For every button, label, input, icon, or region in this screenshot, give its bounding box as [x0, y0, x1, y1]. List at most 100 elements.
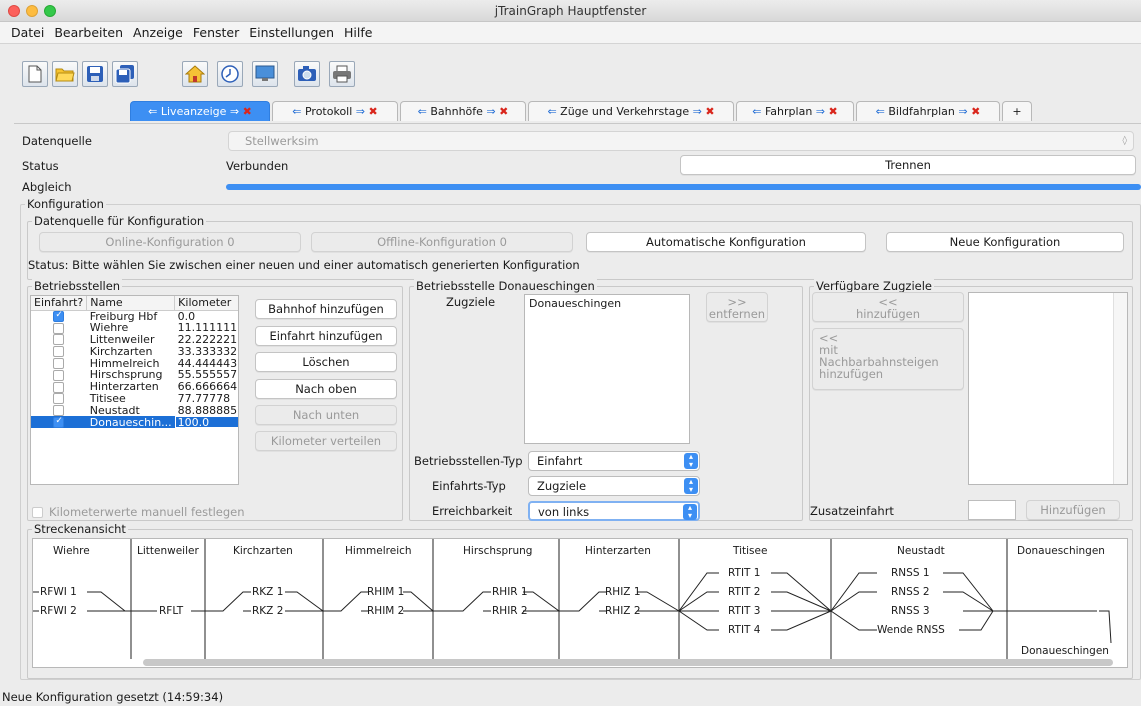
station-km-cell[interactable]: 22.222221: [175, 334, 238, 346]
online-config-button[interactable]: Online-Konfiguration 0: [39, 232, 301, 252]
entry-checkbox-cell[interactable]: [31, 369, 87, 381]
station-km-cell[interactable]: 88.888885: [175, 405, 238, 417]
entry-checkbox-cell[interactable]: [31, 393, 87, 405]
close-tab-icon[interactable]: ✖: [369, 105, 378, 118]
checkbox-icon[interactable]: [53, 334, 65, 346]
offline-config-button[interactable]: Offline-Konfiguration 0: [311, 232, 573, 252]
station-name-cell[interactable]: Wiehre: [87, 322, 175, 334]
clock-icon[interactable]: [217, 61, 243, 87]
checkbox-checked-icon[interactable]: [53, 416, 65, 429]
minimize-window-button[interactable]: [26, 5, 38, 17]
list-item[interactable]: Donaueschingen: [525, 295, 689, 312]
menu-bearbeiten[interactable]: Bearbeiten: [49, 22, 128, 43]
checkbox-icon[interactable]: [53, 358, 65, 370]
entry-checkbox-cell[interactable]: [31, 346, 87, 358]
disconnect-button[interactable]: Trennen: [680, 155, 1136, 175]
station-km-cell[interactable]: 100.0: [174, 416, 238, 429]
add-station-button[interactable]: Bahnhof hinzufügen: [255, 299, 397, 319]
print-icon[interactable]: [329, 61, 355, 87]
table-row[interactable]: Titisee 77.77778: [31, 393, 238, 405]
table-row[interactable]: Hirschsprung 55.555557: [31, 369, 238, 381]
checkbox-icon[interactable]: [53, 369, 65, 381]
menu-fenster[interactable]: Fenster: [188, 22, 244, 43]
auto-config-button[interactable]: Automatische Konfiguration: [586, 232, 866, 252]
station-name-cell[interactable]: Donaueschin...: [86, 416, 175, 429]
station-km-cell[interactable]: 11.111111: [175, 322, 238, 334]
station-km-cell[interactable]: 44.444443: [175, 357, 238, 369]
close-tab-icon[interactable]: ✖: [705, 105, 714, 118]
table-row[interactable]: Littenweiler 22.222221: [31, 334, 238, 346]
move-up-button[interactable]: Nach oben: [255, 379, 397, 399]
table-row[interactable]: Neustadt 88.888885: [31, 405, 238, 417]
menu-einstellungen[interactable]: Einstellungen: [244, 22, 339, 43]
station-km-cell[interactable]: 55.555557: [175, 369, 238, 381]
tab-liveanzeige[interactable]: ⇐ Liveanzeige ⇒ ✖: [130, 101, 270, 121]
menu-hilfe[interactable]: Hilfe: [339, 22, 377, 43]
station-km-cell[interactable]: 33.333332: [175, 346, 238, 358]
close-window-button[interactable]: [8, 5, 20, 17]
column-header[interactable]: Name: [86, 296, 176, 311]
open-folder-icon[interactable]: [52, 61, 78, 87]
table-row[interactable]: Himmelreich 44.444443: [31, 357, 238, 370]
monitor-icon[interactable]: [252, 61, 278, 87]
add-entry-button[interactable]: Einfahrt hinzufügen: [255, 326, 397, 346]
table-row[interactable]: Donaueschin...100.0: [31, 416, 238, 429]
betriebsstellen-table[interactable]: Einfahrt? Name Kilometer Freiburg Hbf0.0…: [30, 295, 239, 485]
tab-protokoll[interactable]: ⇐ Protokoll ⇒ ✖: [272, 101, 398, 121]
add-target-button[interactable]: << hinzufügen: [812, 292, 964, 322]
checkbox-checked-icon[interactable]: [53, 310, 65, 322]
add-with-neighbors-button[interactable]: << mit Nachbarbahnsteigen hinzufügen: [812, 328, 964, 390]
entry-checkbox-cell[interactable]: [31, 334, 87, 346]
station-name-cell[interactable]: Freiburg Hbf: [87, 310, 175, 322]
extra-entry-add-button[interactable]: Hinzufügen: [1026, 500, 1120, 520]
column-header[interactable]: Einfahrt?: [31, 296, 88, 311]
move-down-button[interactable]: Nach unten: [255, 405, 397, 425]
station-km-cell[interactable]: 77.77778: [175, 393, 238, 405]
close-tab-icon[interactable]: ✖: [499, 105, 508, 118]
station-type-select[interactable]: Einfahrt ▴ ▾: [528, 451, 700, 471]
menu-anzeige[interactable]: Anzeige: [128, 22, 188, 43]
close-tab-icon[interactable]: ✖: [243, 105, 252, 118]
manual-km-checkbox[interactable]: Kilometerwerte manuell festlegen: [32, 505, 245, 519]
station-km-cell[interactable]: 66.666664: [175, 381, 238, 393]
entry-checkbox-cell[interactable]: [31, 405, 87, 417]
station-name-cell[interactable]: Neustadt: [87, 405, 175, 417]
checkbox-icon[interactable]: [53, 393, 65, 405]
datasource-select[interactable]: Stellwerksim ◊: [228, 131, 1134, 151]
entry-checkbox-cell[interactable]: [31, 310, 87, 322]
entry-checkbox-cell[interactable]: [31, 357, 87, 370]
new-config-button[interactable]: Neue Konfiguration: [886, 232, 1124, 252]
table-row[interactable]: Kirchzarten 33.333332: [31, 346, 238, 358]
zugziele-list[interactable]: Donaueschingen: [524, 294, 690, 444]
tab-bahnhoefe[interactable]: ⇐ Bahnhöfe ⇒ ✖: [400, 101, 526, 121]
save-icon[interactable]: [82, 61, 108, 87]
reachability-select[interactable]: von links ▴ ▾: [528, 501, 700, 521]
maximize-window-button[interactable]: [44, 5, 56, 17]
entry-checkbox-cell[interactable]: [31, 322, 87, 334]
remove-target-button[interactable]: >> entfernen: [706, 292, 768, 322]
station-name-cell[interactable]: Hinterzarten: [87, 381, 175, 393]
delete-button[interactable]: Löschen: [255, 352, 397, 372]
list-scrollbar[interactable]: [1113, 293, 1127, 484]
checkbox-icon[interactable]: [53, 405, 65, 417]
new-file-icon[interactable]: [22, 61, 48, 87]
close-tab-icon[interactable]: ✖: [829, 105, 838, 118]
column-header[interactable]: Kilometer: [174, 296, 238, 311]
available-targets-list[interactable]: [968, 292, 1128, 485]
table-row[interactable]: Freiburg Hbf0.0: [31, 310, 238, 322]
menu-datei[interactable]: Datei: [6, 22, 49, 43]
table-row[interactable]: Wiehre 11.111111: [31, 322, 238, 334]
checkbox-icon[interactable]: [53, 322, 65, 334]
entry-type-select[interactable]: Zugziele ▴ ▾: [528, 476, 700, 496]
tab-zuege-und-verkehrstage[interactable]: ⇐ Züge und Verkehrstage ⇒ ✖: [528, 101, 734, 121]
tab-fahrplan[interactable]: ⇐ Fahrplan ⇒ ✖: [736, 101, 854, 121]
station-name-cell[interactable]: Titisee: [87, 393, 175, 405]
table-row[interactable]: Hinterzarten 66.666664: [31, 381, 238, 393]
close-tab-icon[interactable]: ✖: [971, 105, 980, 118]
add-tab-button[interactable]: +: [1002, 101, 1032, 121]
station-name-cell[interactable]: Kirchzarten: [87, 346, 175, 358]
extra-entry-input[interactable]: [968, 500, 1016, 520]
route-horizontal-scrollbar[interactable]: [143, 659, 1113, 666]
station-name-cell[interactable]: Himmelreich: [87, 357, 175, 369]
tab-bildfahrplan[interactable]: ⇐ Bildfahrplan ⇒ ✖: [856, 101, 1000, 121]
